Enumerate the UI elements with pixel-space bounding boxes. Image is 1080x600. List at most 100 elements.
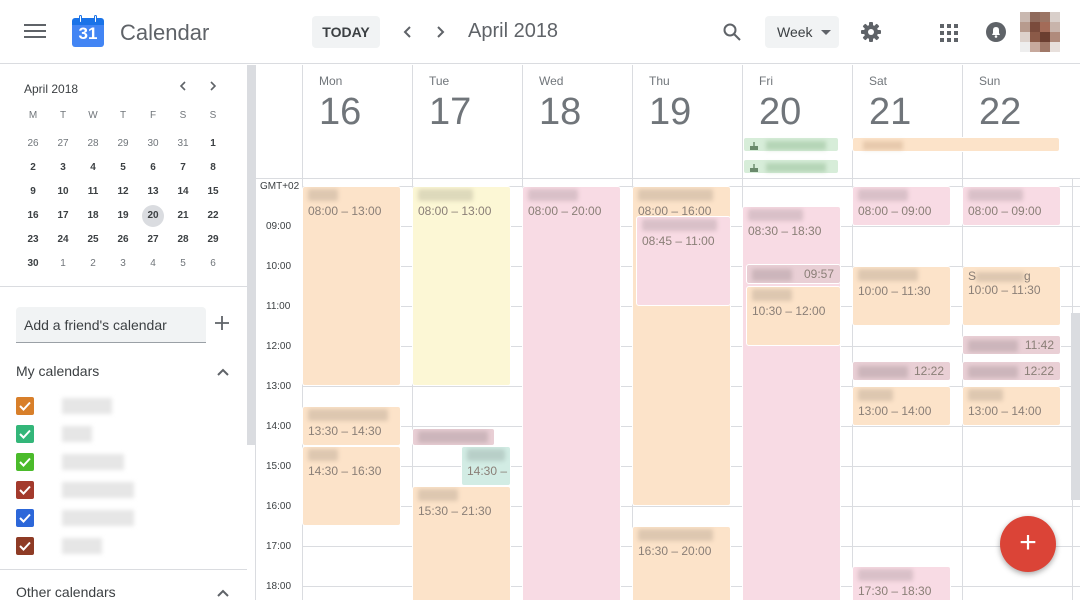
mini-day[interactable]: 10 [48, 180, 78, 204]
mini-day[interactable]: 30 [18, 252, 48, 276]
calendar-list-item[interactable] [16, 508, 236, 528]
day-column-header[interactable]: Sun 22 [962, 65, 1072, 178]
today-button[interactable]: TODAY [312, 16, 380, 48]
calendar-checkbox[interactable] [16, 425, 34, 443]
calendar-checkbox[interactable] [16, 509, 34, 527]
calendar-list-item[interactable] [16, 536, 236, 556]
mini-day[interactable]: 19 [108, 204, 138, 228]
calendar-event[interactable]: 14:30 – [461, 446, 511, 486]
all-day-event[interactable] [743, 159, 839, 174]
day-number[interactable]: 20 [759, 91, 801, 134]
mini-day[interactable]: 16 [18, 204, 48, 228]
mini-day[interactable]: 17 [48, 204, 78, 228]
mini-day[interactable]: 27 [48, 132, 78, 156]
mini-day[interactable]: 11 [78, 180, 108, 204]
mini-day[interactable]: 6 [138, 156, 168, 180]
calendar-event[interactable]: 13:30 – 14:30 [302, 406, 401, 446]
calendar-event[interactable]: 13:00 – 14:00 [962, 386, 1061, 426]
mini-day[interactable]: 9 [18, 180, 48, 204]
calendar-list-item[interactable] [16, 480, 236, 500]
calendar-event[interactable]: 15:30 – 21:30 [412, 486, 511, 600]
mini-day[interactable]: 26 [18, 132, 48, 156]
calendar-event[interactable]: 08:00 – 09:00 [962, 186, 1061, 226]
mini-day[interactable]: 1 [48, 252, 78, 276]
mini-day[interactable]: 27 [138, 228, 168, 252]
calendar-event[interactable]: 14:30 – 16:30 [302, 446, 401, 526]
mini-day[interactable]: 2 [78, 252, 108, 276]
my-calendars-title[interactable]: My calendars [16, 363, 99, 379]
mini-day[interactable]: 2 [18, 156, 48, 180]
calendar-event[interactable]: 12:22 [962, 361, 1061, 381]
mini-day[interactable]: 5 [108, 156, 138, 180]
mini-day[interactable]: 22 [198, 204, 228, 228]
mini-day[interactable]: 28 [168, 228, 198, 252]
mini-day[interactable]: 30 [138, 132, 168, 156]
add-friend-calendar-input[interactable]: Add a friend's calendar [16, 307, 206, 343]
calendar-event[interactable]: 08:00 – 20:00 [522, 186, 621, 600]
all-day-event[interactable] [743, 137, 839, 152]
calendar-event[interactable]: 08:45 – 11:00 [636, 216, 731, 306]
calendar-logo[interactable]: 31 [72, 15, 104, 49]
mini-day[interactable]: 28 [78, 132, 108, 156]
other-calendars-title[interactable]: Other calendars [16, 584, 116, 600]
day-column-header[interactable]: Tue 17 [412, 65, 522, 178]
mini-day[interactable]: 3 [108, 252, 138, 276]
account-avatar[interactable] [1020, 12, 1060, 52]
day-column-header[interactable]: Mon 16 [302, 65, 412, 178]
mini-day[interactable]: 15 [198, 180, 228, 204]
calendar-event[interactable]: 08:00 – 13:00 [412, 186, 511, 386]
calendar-event[interactable]: 10:30 – 12:00 [746, 286, 841, 346]
apps-grid-icon[interactable] [940, 24, 958, 42]
all-day-event[interactable] [852, 137, 1060, 152]
collapse-my-calendars-icon[interactable] [216, 365, 230, 379]
sidebar-scrollbar[interactable] [247, 65, 255, 445]
calendar-event[interactable]: 08:00 – 13:00 [302, 186, 401, 386]
calendar-list-item[interactable] [16, 452, 236, 472]
mini-day[interactable]: 14 [168, 180, 198, 204]
calendar-event[interactable]: Sg 10:00 – 11:30 [962, 266, 1061, 326]
mini-day[interactable]: 21 [168, 204, 198, 228]
day-number[interactable]: 22 [979, 91, 1021, 134]
mini-day[interactable]: 25 [78, 228, 108, 252]
calendar-event[interactable]: 16:30 – 20:00 [632, 526, 731, 600]
create-event-button[interactable]: + [1000, 516, 1056, 572]
day-column-header[interactable]: Wed 18 [522, 65, 632, 178]
mini-day[interactable]: 8 [198, 156, 228, 180]
calendar-event[interactable]: 10:00 – 11:30 [852, 266, 951, 326]
mini-day[interactable]: 13 [138, 180, 168, 204]
mini-day[interactable]: 23 [18, 228, 48, 252]
view-switcher[interactable]: Week [765, 16, 839, 48]
calendar-event[interactable] [412, 428, 495, 446]
calendar-checkbox[interactable] [16, 453, 34, 471]
next-week-button[interactable] [430, 22, 450, 42]
mini-day[interactable]: 31 [168, 132, 198, 156]
week-view-scrollbar[interactable] [1071, 313, 1080, 500]
day-number[interactable]: 21 [869, 91, 911, 134]
calendar-event[interactable]: 11:42 [962, 335, 1061, 355]
calendar-checkbox[interactable] [16, 397, 34, 415]
calendar-event[interactable]: 17:30 – 18:30 [852, 566, 951, 600]
day-number[interactable]: 16 [319, 91, 361, 134]
day-number[interactable]: 17 [429, 91, 471, 134]
calendar-event[interactable]: 13:00 – 14:00 [852, 386, 951, 426]
previous-week-button[interactable] [398, 22, 418, 42]
mini-next-month-button[interactable] [206, 79, 220, 96]
settings-gear-icon[interactable] [860, 21, 882, 43]
day-column-header[interactable]: Sat 21 [852, 65, 962, 178]
mini-day-today[interactable]: 20 [138, 204, 168, 228]
calendar-checkbox[interactable] [16, 481, 34, 499]
day-number[interactable]: 19 [649, 91, 691, 134]
mini-day[interactable]: 4 [78, 156, 108, 180]
calendar-list-item[interactable] [16, 396, 236, 416]
mini-day[interactable]: 24 [48, 228, 78, 252]
mini-day[interactable]: 3 [48, 156, 78, 180]
calendar-checkbox[interactable] [16, 537, 34, 555]
calendar-event[interactable]: 09:57 [746, 264, 841, 284]
mini-day[interactable]: 6 [198, 252, 228, 276]
calendar-event[interactable]: 08:00 – 09:00 [852, 186, 951, 226]
mini-day[interactable]: 26 [108, 228, 138, 252]
mini-day[interactable]: 1 [198, 132, 228, 156]
day-number[interactable]: 18 [539, 91, 581, 134]
mini-day[interactable]: 18 [78, 204, 108, 228]
mini-prev-month-button[interactable] [176, 79, 190, 96]
